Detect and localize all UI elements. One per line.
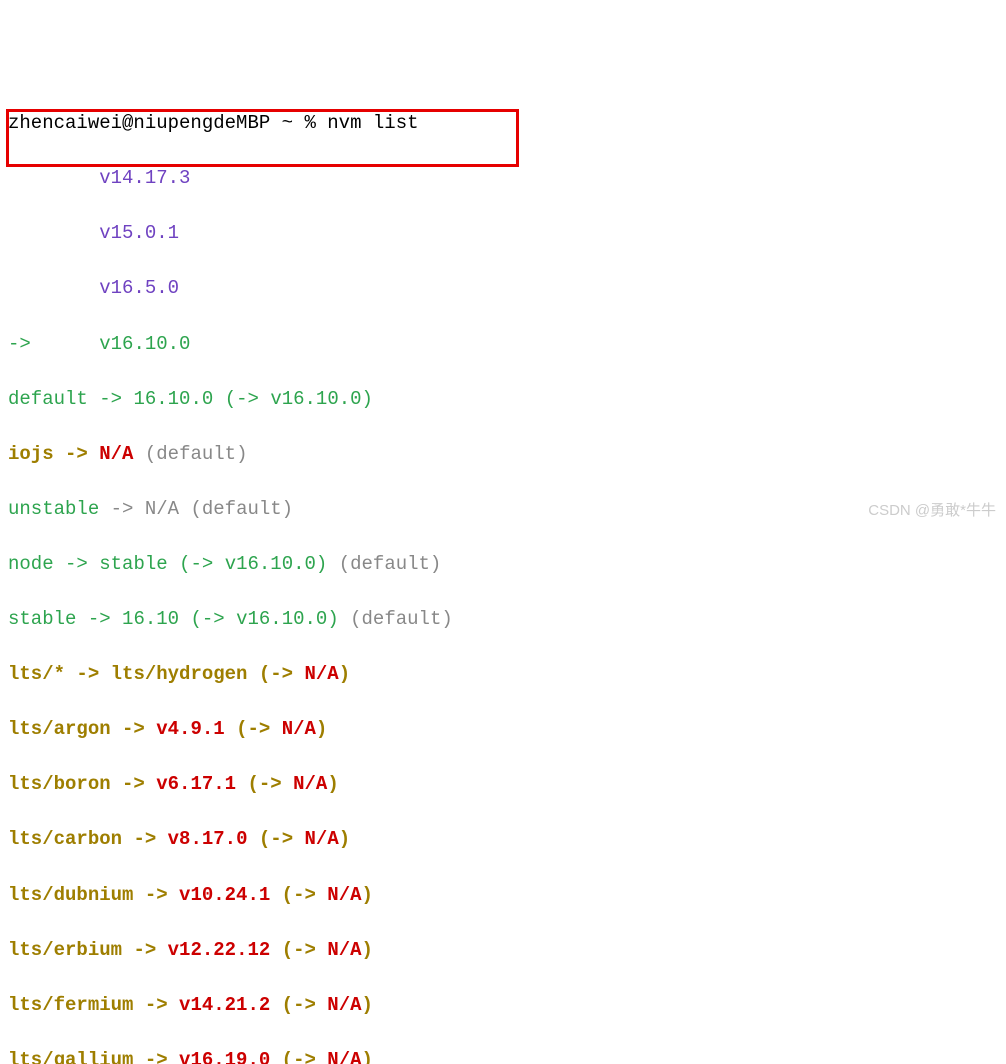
alias-lts-erbium: lts/erbium -> v12.22.12 (-> N/A) xyxy=(0,937,1006,965)
alias-target: N/A xyxy=(99,443,133,465)
alias-lts-argon: lts/argon -> v4.9.1 (-> N/A) xyxy=(0,716,1006,744)
prompt-line: zhencaiwei@niupengdeMBP ~ % nvm list xyxy=(0,110,1006,138)
alias-lts-carbon: lts/carbon -> v8.17.0 (-> N/A) xyxy=(0,826,1006,854)
alias-stable: stable -> 16.10 (-> v16.10.0) (default) xyxy=(0,606,1006,634)
alias-lts-boron: lts/boron -> v6.17.1 (-> N/A) xyxy=(0,771,1006,799)
alias-name: lts/argon xyxy=(8,718,111,740)
alias-resolved: N/A xyxy=(282,718,316,740)
alias-name: lts/dubnium xyxy=(8,884,133,906)
alias-target: stable xyxy=(99,553,167,575)
alias-target: 16.10 xyxy=(122,608,179,630)
version-item: v14.17.3 xyxy=(99,167,190,189)
watermark: CSDN @勇敢*牛牛 xyxy=(868,500,996,522)
alias-target: v14.21.2 xyxy=(179,994,270,1016)
alias-resolved: N/A xyxy=(327,939,361,961)
alias-target: v6.17.1 xyxy=(156,773,236,795)
alias-lts-dubnium: lts/dubnium -> v10.24.1 (-> N/A) xyxy=(0,882,1006,910)
alias-node: node -> stable (-> v16.10.0) (default) xyxy=(0,551,1006,579)
current-version: v16.10.0 xyxy=(99,333,190,355)
alias-resolved: N/A xyxy=(327,884,361,906)
alias-note: (default) xyxy=(350,608,453,630)
alias-note: (default) xyxy=(190,498,293,520)
alias-note: (default) xyxy=(145,443,248,465)
alias-target: N/A xyxy=(145,498,179,520)
version-line: v15.0.1 xyxy=(0,220,1006,248)
alias-target: v16.19.0 xyxy=(179,1049,270,1064)
alias-lts-fermium: lts/fermium -> v14.21.2 (-> N/A) xyxy=(0,992,1006,1020)
alias-target: v4.9.1 xyxy=(156,718,224,740)
current-version-line: -> v16.10.0 xyxy=(0,331,1006,359)
version-item: v15.0.1 xyxy=(99,222,179,244)
alias-unstable: unstable -> N/A (default) xyxy=(0,496,1006,524)
alias-resolved: N/A xyxy=(305,828,339,850)
alias-name: lts/* xyxy=(8,663,65,685)
alias-name: iojs xyxy=(8,443,54,465)
alias-default: default -> 16.10.0 (-> v16.10.0) xyxy=(0,386,1006,414)
alias-target: v12.22.12 xyxy=(168,939,271,961)
alias-resolved: v16.10.0 xyxy=(225,553,316,575)
prompt-user: zhencaiwei@niupengdeMBP xyxy=(8,112,270,134)
prompt-path: ~ xyxy=(282,112,293,134)
version-line: v16.5.0 xyxy=(0,275,1006,303)
alias-name: node xyxy=(8,553,54,575)
alias-name: unstable xyxy=(8,498,99,520)
alias-name: lts/gallium xyxy=(8,1049,133,1064)
alias-note: (default) xyxy=(339,553,442,575)
alias-iojs: iojs -> N/A (default) xyxy=(0,441,1006,469)
alias-target: 16.10.0 xyxy=(133,388,213,410)
alias-name: lts/boron xyxy=(8,773,111,795)
alias-resolved: v16.10.0 xyxy=(236,608,327,630)
alias-resolved: N/A xyxy=(327,1049,361,1064)
alias-lts-gallium: lts/gallium -> v16.19.0 (-> N/A) xyxy=(0,1047,1006,1064)
version-line: v14.17.3 xyxy=(0,165,1006,193)
alias-resolved: N/A xyxy=(327,994,361,1016)
alias-target: lts/hydrogen xyxy=(111,663,248,685)
alias-target: v8.17.0 xyxy=(168,828,248,850)
alias-name: stable xyxy=(8,608,76,630)
version-item: v16.5.0 xyxy=(99,277,179,299)
alias-name: lts/fermium xyxy=(8,994,133,1016)
alias-resolved: N/A xyxy=(293,773,327,795)
alias-resolved: N/A xyxy=(305,663,339,685)
alias-target: v10.24.1 xyxy=(179,884,270,906)
alias-name: lts/carbon xyxy=(8,828,122,850)
alias-name: default xyxy=(8,388,88,410)
prompt-symbol: % xyxy=(304,112,315,134)
alias-resolved: v16.10.0 xyxy=(270,388,361,410)
command-text[interactable]: nvm list xyxy=(327,112,418,134)
alias-lts-star: lts/* -> lts/hydrogen (-> N/A) xyxy=(0,661,1006,689)
current-arrow: -> xyxy=(8,333,31,355)
alias-name: lts/erbium xyxy=(8,939,122,961)
